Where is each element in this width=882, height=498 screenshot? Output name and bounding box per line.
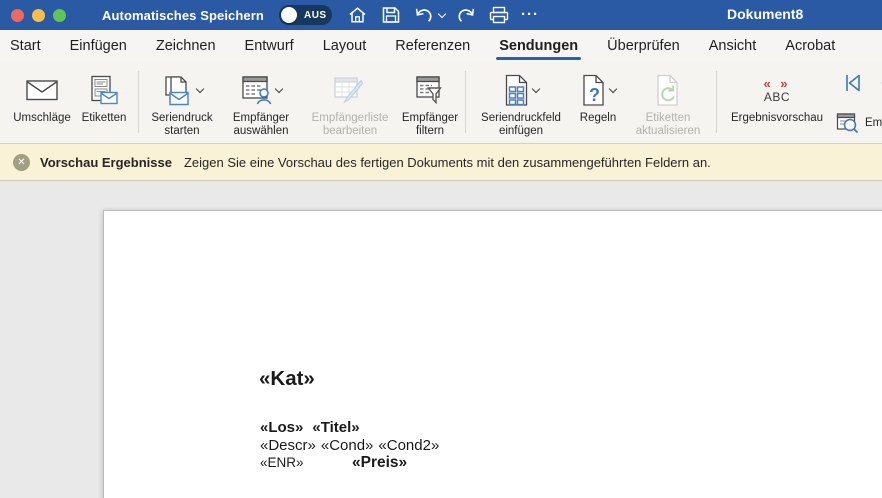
dropdown-chevron-icon	[532, 84, 540, 92]
labels-icon	[89, 75, 119, 105]
traffic-lights	[11, 9, 66, 22]
ergebnisvorschau-button[interactable]: « » ABC Ergebnisvorschau	[721, 68, 833, 140]
toggle-knob-icon	[281, 7, 297, 23]
tab-ueberpruefen[interactable]: Überprüfen	[607, 32, 680, 61]
ribbon-group-felder: Seriendruckfeld einfügen ? Regeln	[470, 68, 712, 140]
empfaengerliste-bearbeiten-button: Empfängerliste bearbeiten	[301, 68, 399, 140]
empfaenger-auswaehlen-button[interactable]: Empfänger auswählen	[221, 68, 301, 140]
ribbon-group-vorschau: « » ABC Ergebnisvorschau	[721, 68, 833, 140]
redo-icon[interactable]	[454, 4, 478, 26]
merge-field-line: «Los» «Titel»	[260, 419, 439, 437]
merge-field-preis[interactable]: «Preis»	[352, 454, 407, 471]
save-icon[interactable]	[379, 4, 403, 26]
merge-field-enr[interactable]: «ENR»	[260, 454, 352, 472]
select-recipients-icon	[241, 75, 273, 106]
autosave-toggle[interactable]: AUS	[279, 5, 332, 25]
fullscreen-window-button[interactable]	[53, 9, 66, 22]
undo-icon[interactable]	[412, 4, 436, 26]
svg-text:?: ?	[589, 85, 600, 105]
start-mail-merge-icon	[162, 75, 194, 106]
dropdown-chevron-icon	[274, 84, 282, 92]
find-recipient-icon	[836, 112, 860, 135]
regeln-button[interactable]: ? Regeln	[572, 68, 624, 140]
insert-merge-field-icon	[503, 74, 530, 107]
group-divider	[138, 71, 139, 133]
tab-einfuegen[interactable]: Einfügen	[70, 32, 127, 61]
document-title: Dokument8	[727, 6, 803, 22]
first-record-button[interactable]	[841, 71, 865, 95]
dropdown-chevron-icon	[608, 84, 616, 92]
tab-entwurf[interactable]: Entwurf	[245, 32, 294, 61]
update-labels-icon	[655, 74, 681, 107]
dismiss-icon[interactable]: ✕	[13, 154, 30, 171]
preview-results-icon: « » ABC	[763, 77, 790, 104]
tab-layout[interactable]: Layout	[323, 32, 367, 61]
merge-field-titel[interactable]: «Titel»	[312, 419, 359, 436]
umschlaege-button[interactable]: Umschläge	[10, 68, 74, 140]
close-window-button[interactable]	[11, 9, 24, 22]
word-window: Automatisches Speichern AUS	[0, 0, 882, 498]
preview-results-hint-bar: ✕ Vorschau Ergebnisse Zeigen Sie eine Vo…	[0, 144, 882, 181]
envelope-icon	[25, 78, 59, 102]
previous-record-button[interactable]	[874, 71, 882, 95]
tab-ansicht[interactable]: Ansicht	[709, 32, 757, 61]
document-area: «Kat» «Los»«Titel» «Descr»«Cond»«Cond2» …	[0, 181, 882, 498]
hint-title: Vorschau Ergebnisse	[40, 155, 172, 170]
seriendruckfeld-einfuegen-button[interactable]: Seriendruckfeld einfügen	[470, 68, 572, 140]
rules-icon: ?	[581, 74, 607, 107]
print-icon[interactable]	[487, 4, 511, 26]
ribbon-group-seriendruck-starten: Seriendruck starten	[143, 68, 461, 140]
merge-field-line: «Descr» «Cond»«Cond2»	[260, 437, 439, 455]
home-icon[interactable]	[346, 4, 370, 26]
toggle-state-label: AUS	[304, 10, 327, 21]
etiketten-aktualisieren-button: Etiketten aktualisieren	[624, 68, 712, 140]
tab-zeichnen[interactable]: Zeichnen	[156, 32, 216, 61]
merge-field-los[interactable]: «Los»	[260, 419, 303, 436]
seriendruck-starten-button[interactable]: Seriendruck starten	[143, 68, 221, 140]
edit-recipient-list-icon	[333, 75, 367, 105]
undo-dropdown-chevron[interactable]	[438, 10, 446, 18]
filter-recipients-icon	[415, 75, 445, 106]
tab-referenzen[interactable]: Referenzen	[395, 32, 470, 61]
document-page[interactable]: «Kat» «Los»«Titel» «Descr»«Cond»«Cond2» …	[103, 210, 882, 498]
ribbon: Umschläge Etiketten	[0, 62, 882, 144]
group-divider	[716, 71, 717, 133]
titlebar: Automatisches Speichern AUS	[0, 0, 882, 30]
ribbon-tab-bar: Start Einfügen Zeichnen Entwurf Layout R…	[0, 30, 882, 62]
etiketten-button[interactable]: Etiketten	[74, 68, 134, 140]
group-divider	[465, 71, 466, 133]
merge-field-kat[interactable]: «Kat»	[259, 367, 315, 391]
merge-field-cond2[interactable]: «Cond2»	[378, 437, 439, 454]
merge-field-cond[interactable]: «Cond»	[321, 437, 374, 454]
ribbon-group-erstellen: Umschläge Etiketten	[10, 68, 134, 140]
hint-message: Zeigen Sie eine Vorschau des fertigen Do…	[184, 155, 711, 170]
empfaenger-suchen-button[interactable]: Em	[836, 112, 882, 135]
tab-acrobat[interactable]: Acrobat	[785, 32, 835, 61]
find-recipient-label: Em	[865, 117, 882, 130]
tab-sendungen[interactable]: Sendungen	[499, 32, 578, 61]
minimize-window-button[interactable]	[32, 9, 45, 22]
autosave-label: Automatisches Speichern	[102, 8, 264, 23]
empfaenger-filtern-button[interactable]: Empfänger filtern	[399, 68, 461, 140]
dropdown-chevron-icon	[195, 84, 203, 92]
merge-field-descr[interactable]: «Descr»	[260, 437, 316, 454]
merge-field-block: «Los»«Titel» «Descr»«Cond»«Cond2» «ENR»«…	[260, 419, 439, 472]
merge-field-line: «ENR»«Preis»	[260, 454, 439, 472]
tab-start[interactable]: Start	[10, 32, 41, 61]
more-icon[interactable]: ···	[521, 10, 539, 20]
